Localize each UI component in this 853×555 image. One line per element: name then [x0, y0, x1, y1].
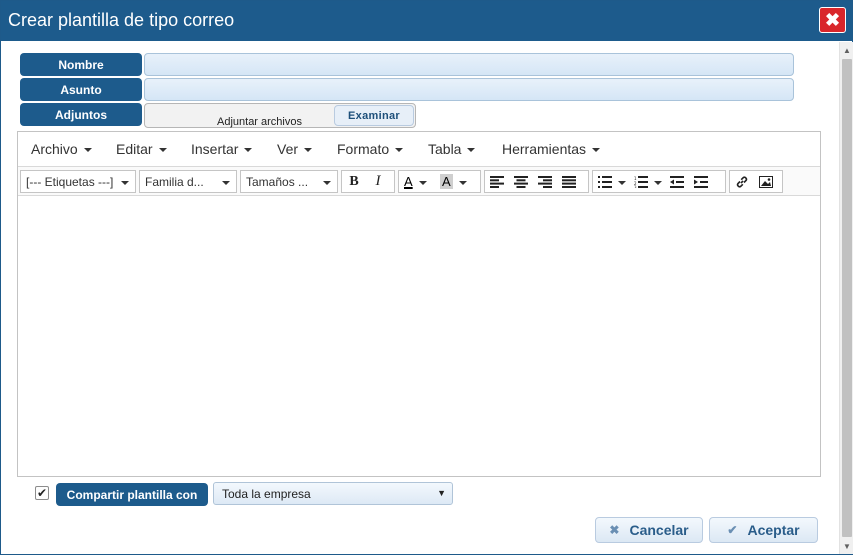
- menu-label: Formato: [337, 141, 390, 157]
- caret-down-icon: [244, 148, 253, 152]
- close-icon: ✖: [824, 9, 841, 30]
- menu-insertar[interactable]: Insertar: [191, 141, 253, 157]
- scroll-thumb[interactable]: [842, 59, 852, 537]
- editor-toolbar: [--- Etiquetas ---] Familia d... Tamaños…: [18, 167, 820, 196]
- accept-label: Aceptar: [747, 522, 800, 538]
- dialog-titlebar: Crear plantilla de tipo correo ✖: [1, 1, 852, 41]
- menu-formato[interactable]: Formato: [337, 141, 404, 157]
- menu-editar[interactable]: Editar: [116, 141, 167, 157]
- create-template-dialog: Crear plantilla de tipo correo ✖ ▲ ▼ Nom…: [0, 0, 853, 555]
- caret-down-icon: [592, 148, 601, 152]
- share-with-select[interactable]: Toda la empresa ▼: [213, 482, 453, 505]
- text-color-button[interactable]: A: [399, 171, 435, 192]
- caret-down-icon: [418, 180, 427, 185]
- image-icon[interactable]: [754, 171, 778, 192]
- editor-menubar: Archivo Editar Insertar Ver Formato Tabl…: [18, 132, 820, 167]
- outdent-icon[interactable]: [665, 171, 689, 192]
- attachments-label: Adjuntos: [20, 103, 142, 126]
- subject-field[interactable]: [144, 78, 794, 101]
- caret-down-icon: [654, 180, 662, 185]
- color-group: A A: [398, 170, 481, 193]
- menu-label: Insertar: [191, 141, 239, 157]
- font-size-value: Tamaños ...: [246, 174, 309, 189]
- bold-button[interactable]: B: [342, 171, 366, 192]
- caret-down-icon: [467, 148, 476, 152]
- vertical-scrollbar[interactable]: ▲ ▼: [839, 42, 853, 554]
- tags-select[interactable]: [--- Etiquetas ---]: [20, 170, 136, 193]
- caret-down-icon: [304, 148, 313, 152]
- menu-label: Tabla: [428, 141, 462, 157]
- accept-button[interactable]: ✔ Aceptar: [709, 517, 818, 543]
- menu-tabla[interactable]: Tabla: [428, 141, 476, 157]
- caret-down-icon: [395, 148, 404, 152]
- caret-down-icon: [121, 181, 129, 185]
- name-field[interactable]: [144, 53, 794, 76]
- menu-ver[interactable]: Ver: [277, 141, 313, 157]
- menu-label: Herramientas: [502, 141, 587, 157]
- text-color-icon: A: [404, 174, 413, 189]
- link-icon[interactable]: [730, 171, 754, 192]
- checkmark-icon: ✔: [36, 486, 48, 500]
- indent-icon[interactable]: [689, 171, 713, 192]
- insert-group: [729, 170, 783, 193]
- cancel-button[interactable]: ✖ Cancelar: [595, 517, 703, 543]
- rich-text-editor: Archivo Editar Insertar Ver Formato Tabl…: [17, 131, 821, 477]
- align-center-icon[interactable]: [509, 171, 533, 192]
- caret-down-icon: [618, 180, 626, 185]
- menu-label: Editar: [116, 141, 153, 157]
- svg-text:3: 3: [634, 185, 637, 188]
- subject-label: Asunto: [20, 78, 142, 101]
- share-with-value: Toda la empresa: [222, 486, 311, 501]
- numbered-list-icon: 123: [634, 175, 648, 188]
- bullet-list-icon: [598, 175, 612, 188]
- cancel-label: Cancelar: [629, 522, 689, 538]
- share-label: Compartir plantilla con: [56, 483, 208, 506]
- font-family-select[interactable]: Familia d...: [139, 170, 237, 193]
- tags-select-value: [--- Etiquetas ---]: [26, 174, 114, 189]
- align-right-icon[interactable]: [533, 171, 557, 192]
- numbered-list-button[interactable]: 123: [629, 171, 665, 192]
- bg-color-icon: A: [440, 174, 453, 189]
- align-justify-icon[interactable]: [557, 171, 581, 192]
- font-family-value: Familia d...: [145, 174, 204, 189]
- name-label: Nombre: [20, 53, 142, 76]
- caret-down-icon: [458, 180, 467, 185]
- format-group: B I: [341, 170, 395, 193]
- attachments-field[interactable]: Adjuntar archivos Examinar: [144, 103, 416, 128]
- menu-herramientas[interactable]: Herramientas: [502, 141, 601, 157]
- menu-label: Ver: [277, 141, 299, 157]
- align-left-icon[interactable]: [485, 171, 509, 192]
- menu-archivo[interactable]: Archivo: [31, 141, 92, 157]
- share-checkbox[interactable]: ✔: [35, 486, 49, 500]
- editor-content-area[interactable]: [18, 197, 820, 476]
- dropdown-arrow-icon: ▼: [437, 488, 446, 498]
- check-icon: ✔: [727, 523, 738, 537]
- scroll-down-icon[interactable]: ▼: [840, 538, 853, 554]
- caret-down-icon: [222, 181, 230, 185]
- caret-down-icon: [83, 148, 92, 152]
- x-icon: ✖: [609, 523, 620, 537]
- font-size-select[interactable]: Tamaños ...: [240, 170, 338, 193]
- list-group: 123: [592, 170, 726, 193]
- menu-label: Archivo: [31, 141, 78, 157]
- align-group: [484, 170, 589, 193]
- italic-button[interactable]: I: [366, 171, 390, 192]
- attach-files-text: Adjuntar archivos: [217, 116, 302, 128]
- caret-down-icon: [158, 148, 167, 152]
- dialog-title: Crear plantilla de tipo correo: [8, 10, 235, 30]
- scroll-up-icon[interactable]: ▲: [840, 42, 853, 58]
- close-button[interactable]: ✖: [819, 7, 846, 33]
- bullet-list-button[interactable]: [593, 171, 629, 192]
- browse-button[interactable]: Examinar: [334, 105, 414, 126]
- bg-color-button[interactable]: A: [435, 171, 471, 192]
- caret-down-icon: [323, 181, 331, 185]
